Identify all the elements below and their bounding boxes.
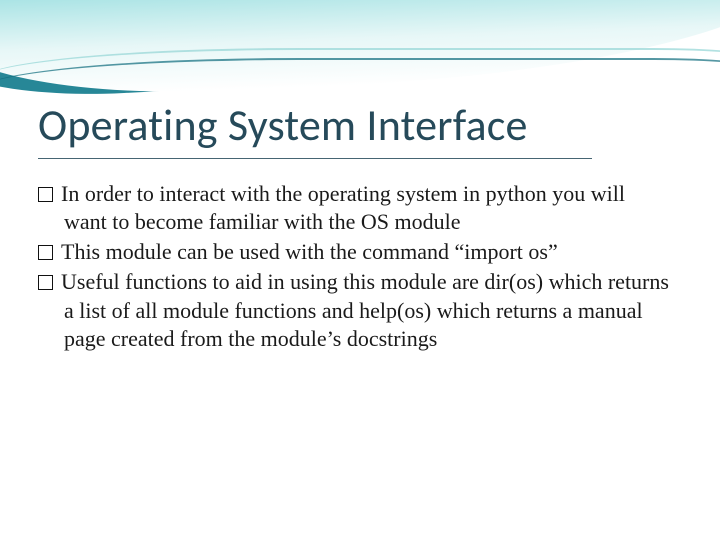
square-bullet-icon (38, 245, 53, 260)
title-underline (38, 158, 592, 159)
bullet-text: In order to interact with the operating … (61, 181, 625, 234)
square-bullet-icon (38, 187, 53, 202)
bullet-item: This module can be used with the command… (38, 238, 672, 266)
slide: Operating System Interface In order to i… (0, 0, 720, 540)
bullet-text: This module can be used with the command… (61, 239, 558, 264)
bullet-text: Useful functions to aid in using this mo… (61, 269, 669, 350)
slide-title: Operating System Interface (38, 98, 682, 152)
slide-body: In order to interact with the operating … (38, 180, 672, 355)
square-bullet-icon (38, 275, 53, 290)
bullet-item: In order to interact with the operating … (38, 180, 672, 236)
bullet-item: Useful functions to aid in using this mo… (38, 268, 672, 352)
